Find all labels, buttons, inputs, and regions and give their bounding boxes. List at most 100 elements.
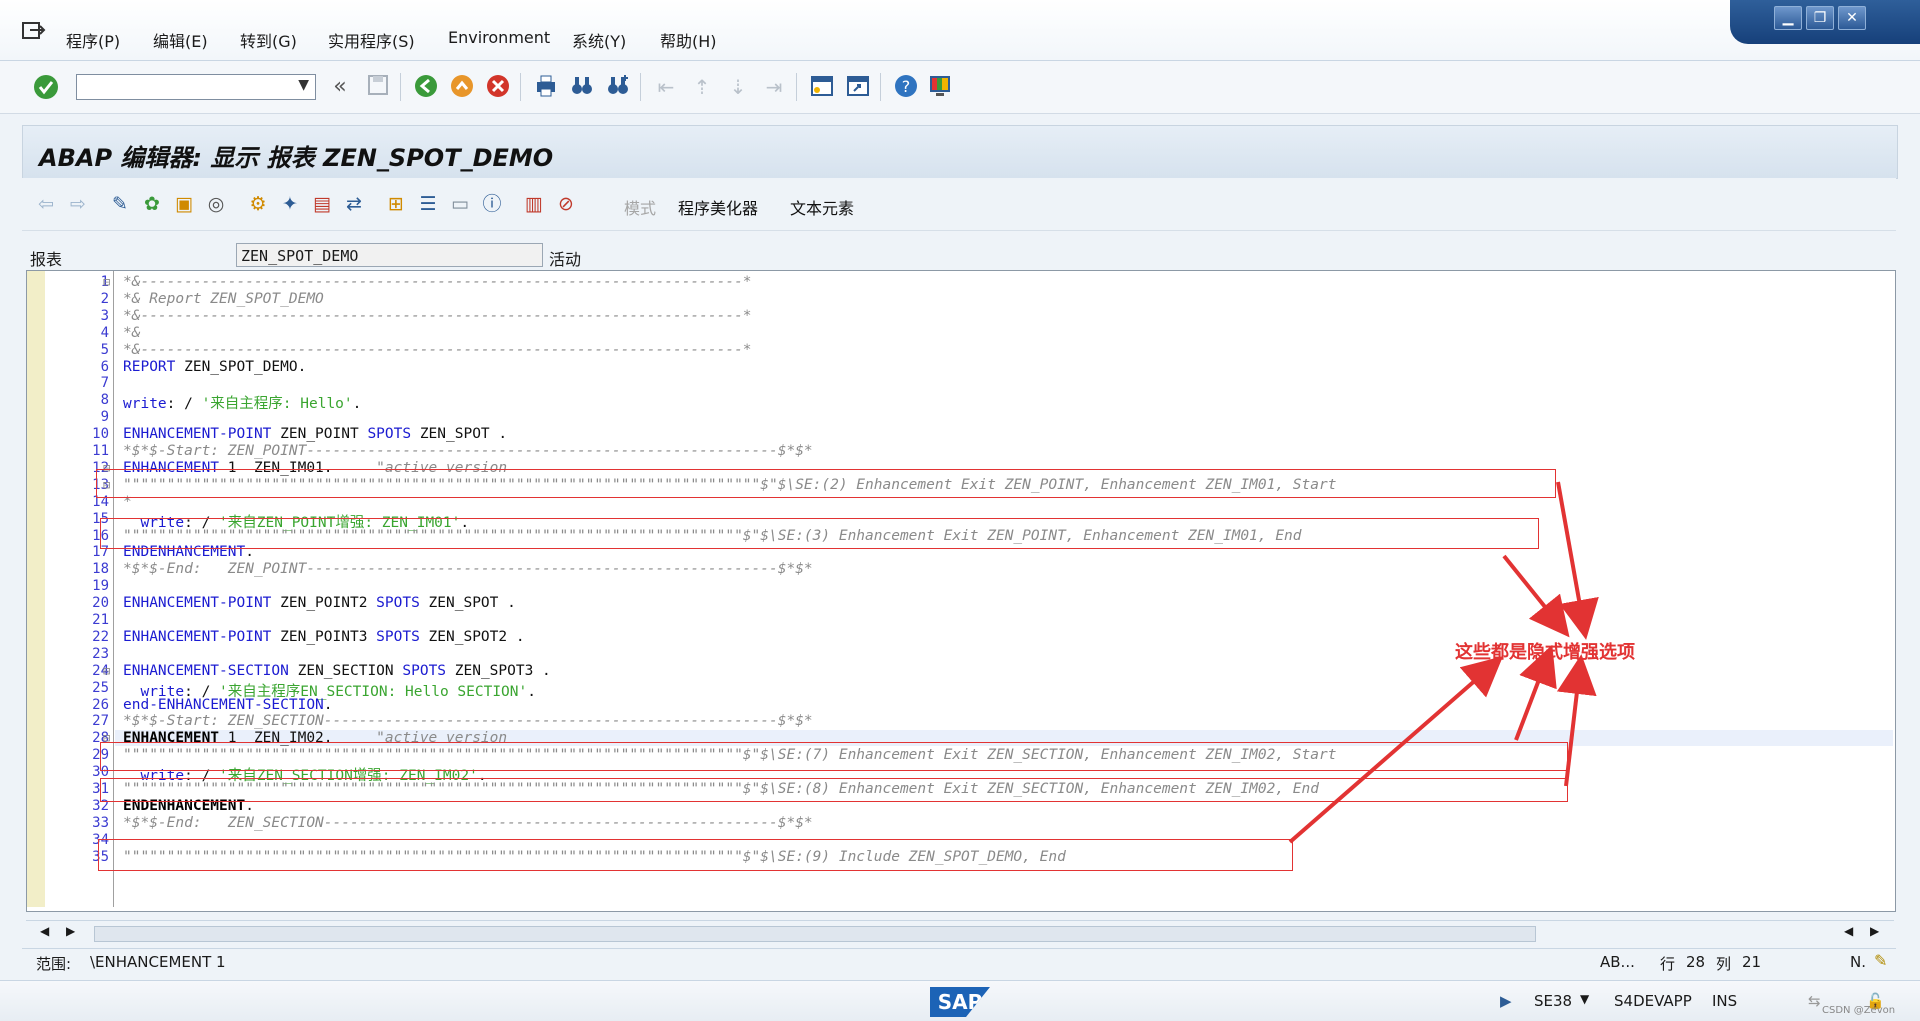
check-icon[interactable]: ▣ [170,190,198,218]
code-line[interactable]: *& [123,325,140,341]
code-line[interactable]: ENDENHANCEMENT. [123,544,254,560]
chevron-down-icon[interactable]: ▼ [298,77,309,93]
save-icon[interactable] [364,73,392,101]
menu-utilities[interactable]: 实用程序(S) [328,28,415,52]
first-page-icon[interactable]: ⇤ [652,73,680,101]
code-line[interactable]: *$*$-End: ZEN_SECTION-------------------… [123,815,813,831]
text-elements-button[interactable]: 文本元素 [790,195,854,219]
code-line[interactable]: end-ENHANCEMENT-SECTION. [123,697,333,713]
find-icon[interactable] [568,73,596,101]
fold-toggle-icon[interactable]: ⊟ [103,275,110,289]
print-icon[interactable] [532,73,560,101]
info-icon[interactable]: ⓘ [478,190,506,218]
code-line[interactable]: """"""""""""""""""""""""""""""""""""""""… [123,849,1066,865]
menu-edit[interactable]: 编辑(E) [153,28,208,52]
code-line[interactable]: REPORT ZEN_SPOT_DEMO. [123,359,306,375]
arrow-right-icon[interactable]: ⇨ [64,190,92,218]
code-line[interactable]: *$*$-Start: ZEN_SECTION-----------------… [123,713,813,729]
shortcut-icon[interactable] [844,73,872,101]
code-token: REPORT [123,358,176,375]
mode-button[interactable]: 模式 [624,195,656,219]
report-name-field[interactable]: ZEN_SPOT_DEMO [236,243,543,267]
code-token: end-ENHANCEMENT-SECTION [123,696,324,713]
find-next-icon[interactable] [604,73,632,101]
code-token: "active version [376,730,508,747]
menu-goto[interactable]: 转到(G) [240,28,297,52]
code-line[interactable]: ENHANCEMENT 1 ZEN_IM01. "active version [123,460,507,476]
set-breakpoint-icon[interactable]: ▥ [520,190,548,218]
menu-help[interactable]: 帮助(H) [660,28,717,52]
back-icon[interactable] [412,73,440,101]
scroll-left-icon[interactable]: ◀ [40,924,49,938]
fold-toggle-icon[interactable]: ⊟ [103,478,110,492]
code-line[interactable]: *&--------------------------------------… [123,342,752,358]
new-session-icon[interactable] [808,73,836,101]
display-change-icon[interactable]: ✎ [106,190,134,218]
code-line[interactable]: * [123,494,132,510]
code-line[interactable]: """"""""""""""""""""""""""""""""""""""""… [123,781,1319,797]
code-line[interactable]: write: / '来自主程序: Hello'. [123,392,361,413]
menu-system[interactable]: 系统(Y) [572,28,626,52]
code-line[interactable]: ENHANCEMENT-POINT ZEN_POINT2 SPOTS ZEN_S… [123,595,516,611]
arrow-left-icon[interactable]: ⇦ [32,190,60,218]
next-page-icon[interactable]: ⇣ [724,73,752,101]
code-area[interactable]: *&--------------------------------------… [115,271,1893,907]
hierarchy-icon[interactable]: ⊞ [382,190,410,218]
scrollbar-thumb[interactable] [94,926,1536,942]
code-token: ENDENHANCEMENT [123,544,246,561]
line-number: 6 [100,358,109,375]
code-line[interactable]: """"""""""""""""""""""""""""""""""""""""… [123,528,1302,544]
scroll-left-step-icon[interactable]: ▶ [66,924,75,938]
chevron-down-icon[interactable]: ▼ [1580,992,1589,1006]
last-page-icon[interactable]: ⇥ [760,73,788,101]
menu-program[interactable]: 程序(P) [66,28,120,52]
code-token: write [123,396,167,413]
code-line[interactable]: ENHANCEMENT-POINT ZEN_POINT3 SPOTS ZEN_S… [123,629,525,645]
code-line[interactable]: *& Report ZEN_SPOT_DEMO [123,291,324,307]
code-token: """"""""""""""""""""""""""""""""""""""""… [123,848,1066,865]
minimize-button[interactable]: ▁ [1774,6,1802,30]
code-editor[interactable]: 1 ⊟ 2 3 4 5 6 7 8 9 10 11 12 ⊟ 13 ⊟ 14 15 16 17 18 19 20 21 22 23… [26,270,1896,912]
code-line[interactable]: *$*$-Start: ZEN_POINT-------------------… [123,443,813,459]
scroll-right-step-icon[interactable]: ◀ [1844,924,1853,938]
code-line[interactable]: """"""""""""""""""""""""""""""""""""""""… [123,477,1336,493]
navigation-icon[interactable]: ⇄ [340,190,368,218]
menu-environment[interactable]: Environment [448,28,550,47]
scroll-right-icon[interactable]: ▶ [1870,924,1879,938]
object-list-icon[interactable]: ▤ [308,190,336,218]
fold-toggle-icon[interactable]: ⊟ [103,731,110,745]
where-used-icon[interactable]: ✦ [276,190,304,218]
fold-toggle-icon[interactable]: ⊟ [103,461,110,475]
other-object-icon[interactable]: ✿ [138,190,166,218]
fold-toggle-icon[interactable]: ⊟ [103,664,110,678]
layout-menu-icon[interactable] [926,73,954,101]
code-line[interactable]: ENHANCEMENT-SECTION ZEN_SECTION SPOTS ZE… [123,663,551,679]
code-line[interactable]: ENHANCEMENT 1 ZEN_IM02. "active version [123,730,507,746]
help-icon[interactable]: ? [892,73,920,101]
exit-icon[interactable] [448,73,476,101]
pretty-printer-button[interactable]: 程序美化器 [678,195,758,219]
stop-breakpoint-icon[interactable]: ⊘ [552,190,580,218]
command-field[interactable]: ▼ [76,74,316,100]
notepad-icon[interactable]: ✎ [1874,951,1887,970]
code-line[interactable]: *$*$-End: ZEN_POINT---------------------… [123,561,813,577]
line-number: 33 [92,814,109,831]
play-icon[interactable]: ▶ [1500,992,1512,1010]
test-icon[interactable]: ⚙ [244,190,272,218]
code-line[interactable]: *&--------------------------------------… [123,308,752,324]
previous-page-icon[interactable]: ⇡ [688,73,716,101]
close-button[interactable]: ✕ [1838,6,1866,30]
restore-button[interactable]: ❐ [1806,6,1834,30]
pattern-icon[interactable]: ▭ [446,190,474,218]
code-line[interactable]: ENHANCEMENT-POINT ZEN_POINT SPOTS ZEN_SP… [123,426,507,442]
enhance-icon[interactable]: ☰ [414,190,442,218]
menu-exit-icon[interactable] [20,20,46,42]
hide-command-button[interactable]: « [326,73,354,101]
code-line[interactable]: """"""""""""""""""""""""""""""""""""""""… [123,747,1336,763]
activate-icon[interactable]: ◎ [202,190,230,218]
cancel-icon[interactable] [484,73,512,101]
code-line[interactable]: ENDENHANCEMENT. [123,798,254,814]
enter-check-icon[interactable] [32,73,60,101]
horizontal-scrollbar[interactable]: ◀ ▶ ◀ ▶ [26,920,1894,945]
code-line[interactable]: *&--------------------------------------… [123,274,752,290]
